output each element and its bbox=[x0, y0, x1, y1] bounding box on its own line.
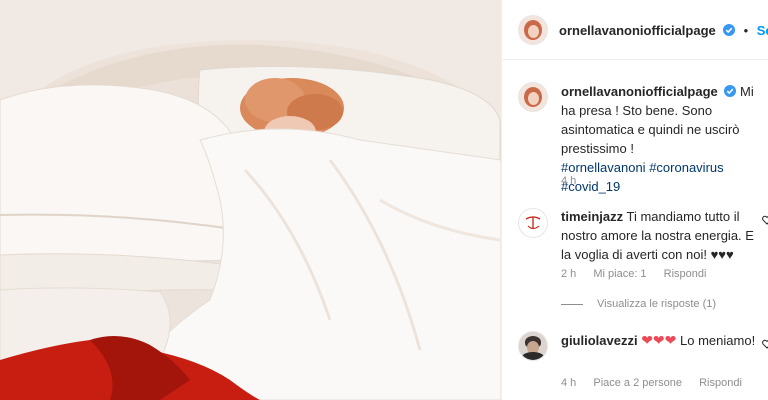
comment-username[interactable]: giuliolavezzi bbox=[561, 333, 638, 348]
like-heart-icon[interactable] bbox=[762, 215, 768, 225]
red-hearts-emoji: ❤❤❤ bbox=[641, 332, 677, 348]
caption-username[interactable]: ornellavanoniofficialpage bbox=[561, 84, 718, 99]
follow-button[interactable]: Segui bbox=[757, 23, 768, 38]
verified-badge-icon bbox=[723, 24, 736, 36]
caption-timestamp[interactable]: 4 h bbox=[561, 175, 576, 187]
post-caption: ornellavanoniofficialpage Mi ha presa ! … bbox=[561, 82, 768, 196]
replies-line bbox=[561, 303, 583, 305]
post-header: ornellavanoniofficialpage • Segui bbox=[502, 0, 768, 60]
comment-meta: 4 h Piace a 2 persone Rispondi bbox=[561, 377, 756, 389]
bed-illustration bbox=[0, 0, 501, 400]
verified-badge-icon bbox=[724, 85, 737, 97]
avatar[interactable] bbox=[518, 15, 548, 45]
timeinjazz-logo-icon bbox=[525, 216, 541, 229]
post-image[interactable] bbox=[0, 0, 501, 400]
comment-body: timeinjazz Ti mandiamo tutto il nostro a… bbox=[561, 207, 761, 264]
reply-button[interactable]: Rispondi bbox=[664, 268, 707, 280]
header-username[interactable]: ornellavanoniofficialpage bbox=[559, 23, 716, 38]
hashtag-link[interactable]: #coronavirus bbox=[649, 160, 723, 175]
comment-username[interactable]: timeinjazz bbox=[561, 209, 623, 224]
comment-likes[interactable]: Mi piace: 1 bbox=[593, 268, 646, 280]
commenter-avatar[interactable] bbox=[518, 331, 548, 361]
separator-dot: • bbox=[743, 23, 749, 38]
comment-body: giuliolavezzi ❤❤❤ Lo meniamo! bbox=[561, 331, 761, 350]
commenter-avatar[interactable] bbox=[518, 208, 548, 238]
comment-timestamp[interactable]: 2 h bbox=[561, 268, 576, 280]
hashtag-link[interactable]: #ornellavanoni bbox=[561, 160, 646, 175]
comment-likes[interactable]: Piace a 2 persone bbox=[593, 377, 682, 389]
comment-meta: 2 h Mi piace: 1 Rispondi bbox=[561, 268, 720, 280]
view-replies-label: Visualizza le risposte (1) bbox=[597, 298, 717, 310]
comment-text: Lo meniamo! bbox=[680, 333, 756, 348]
reply-button[interactable]: Rispondi bbox=[699, 377, 742, 389]
view-replies-button[interactable]: Visualizza le risposte (1) bbox=[561, 298, 716, 310]
comment-timestamp[interactable]: 4 h bbox=[561, 377, 576, 389]
post-sidebar: ornellavanoniofficialpage • Segui ornell… bbox=[501, 0, 768, 400]
caption-avatar[interactable] bbox=[518, 82, 548, 112]
like-heart-icon[interactable] bbox=[762, 339, 768, 349]
